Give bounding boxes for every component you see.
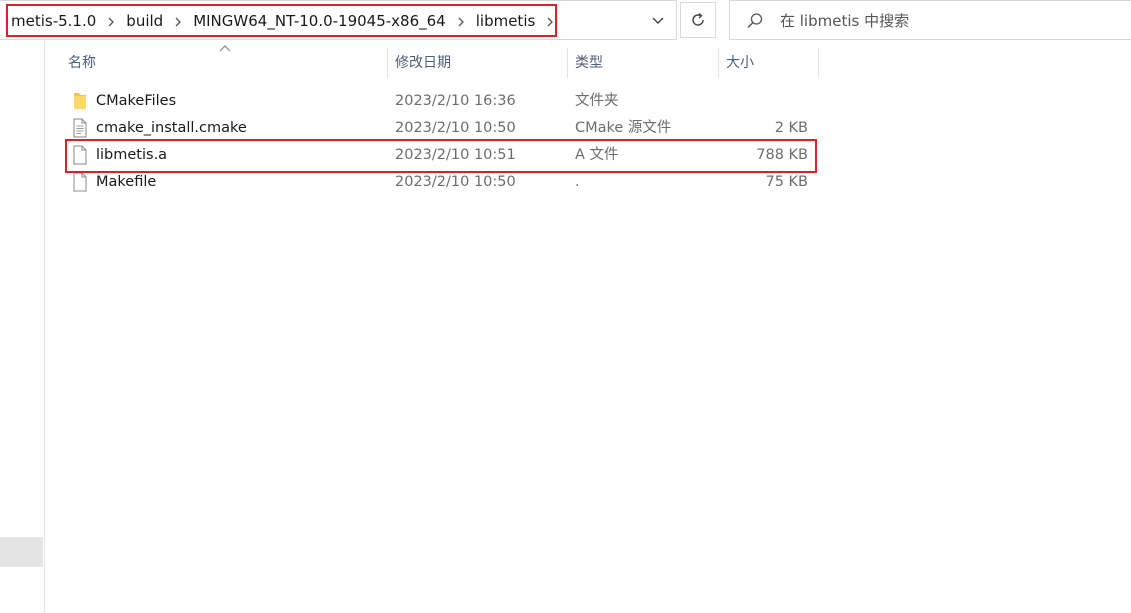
navigation-pane[interactable]	[0, 40, 45, 613]
search-box[interactable]: 在 libmetis 中搜索	[729, 0, 1131, 40]
navigation-bar: metis-5.1.0 build MINGW64_NT-10.0-19045-…	[0, 0, 1131, 40]
folder-icon	[74, 93, 86, 109]
chevron-down-icon	[652, 17, 664, 24]
crumb-mingw64[interactable]: MINGW64_NT-10.0-19045-x86_64	[191, 12, 448, 30]
file-icon	[73, 172, 87, 192]
selected-nav-item[interactable]	[0, 537, 43, 567]
chevron-right-icon[interactable]	[537, 14, 563, 28]
chevron-right-icon[interactable]	[165, 14, 191, 28]
file-row-cmake-install[interactable]: cmake_install.cmake 2023/2/10 10:50 CMak…	[65, 115, 817, 141]
chevron-right-icon[interactable]	[448, 14, 474, 28]
column-name[interactable]: 名称	[60, 48, 387, 78]
column-divider[interactable]	[818, 48, 819, 78]
file-name: CMakeFiles	[96, 93, 177, 109]
file-row-cmakefiles[interactable]: CMakeFiles 2023/2/10 16:36 文件夹	[65, 88, 817, 114]
chevron-right-icon[interactable]	[98, 14, 124, 28]
breadcrumb: metis-5.1.0 build MINGW64_NT-10.0-19045-…	[9, 1, 563, 41]
file-date: 2023/2/10 10:50	[395, 120, 516, 136]
file-type: CMake 源文件	[575, 120, 672, 136]
column-type[interactable]: 类型	[567, 48, 718, 78]
file-size: 2 KB	[774, 120, 808, 136]
column-date[interactable]: 修改日期	[387, 48, 567, 78]
search-input[interactable]: 在 libmetis 中搜索	[780, 1, 909, 41]
text-file-icon	[73, 118, 87, 138]
column-header: 名称 修改日期 类型 大小	[60, 48, 820, 78]
file-size: 75 KB	[765, 174, 808, 190]
file-date: 2023/2/10 10:50	[395, 174, 516, 190]
search-icon	[747, 13, 763, 28]
file-name: Makefile	[96, 174, 157, 190]
crumb-libmetis[interactable]: libmetis	[474, 12, 538, 30]
file-date: 2023/2/10 10:51	[395, 147, 516, 163]
file-type: A 文件	[575, 147, 619, 163]
refresh-button[interactable]	[680, 2, 716, 38]
file-name: cmake_install.cmake	[96, 120, 247, 136]
column-size[interactable]: 大小	[718, 48, 818, 78]
file-icon	[73, 145, 87, 165]
file-size: 788 KB	[756, 147, 808, 163]
file-name: libmetis.a	[96, 147, 168, 163]
file-row-makefile[interactable]: Makefile 2023/2/10 10:50 . 75 KB	[65, 169, 817, 195]
file-type: .	[575, 174, 580, 190]
file-date: 2023/2/10 16:36	[395, 93, 516, 109]
crumb-build[interactable]: build	[124, 12, 165, 30]
address-bar[interactable]: metis-5.1.0 build MINGW64_NT-10.0-19045-…	[0, 0, 677, 40]
address-history-button[interactable]	[645, 9, 671, 33]
file-row-libmetis-a[interactable]: libmetis.a 2023/2/10 10:51 A 文件 788 KB	[65, 142, 817, 168]
refresh-icon	[692, 12, 704, 26]
file-type: 文件夹	[575, 93, 619, 109]
crumb-metis[interactable]: metis-5.1.0	[9, 12, 98, 30]
